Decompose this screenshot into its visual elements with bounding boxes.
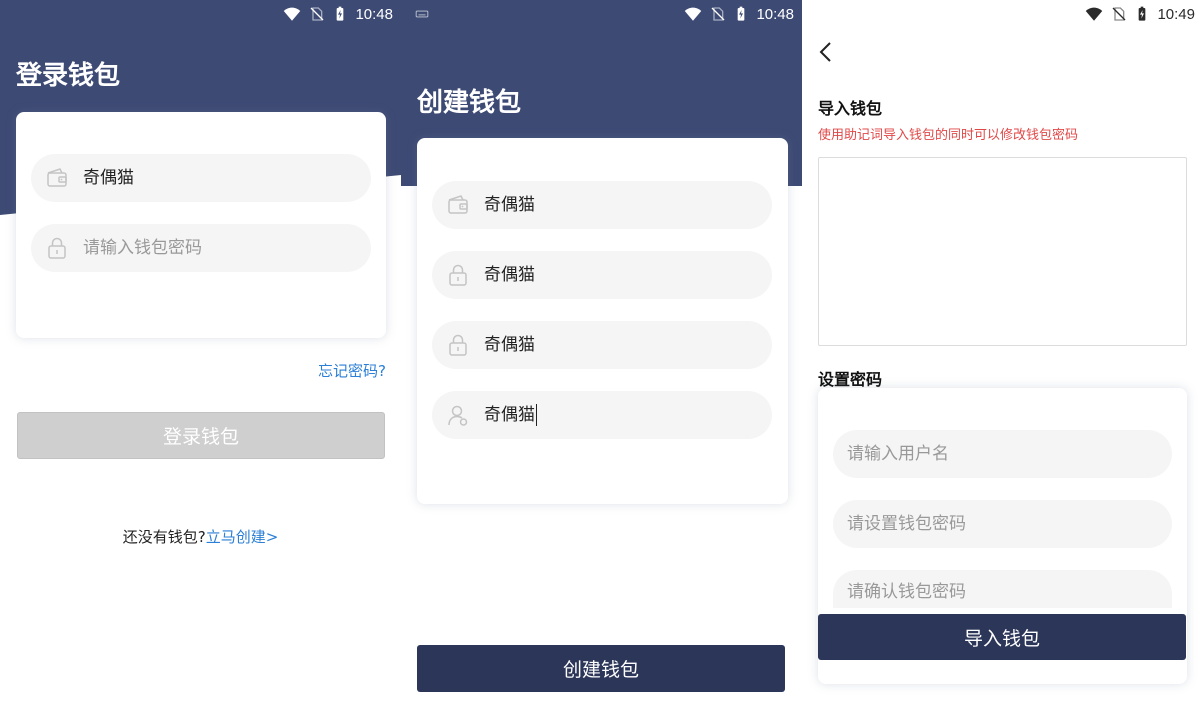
wifi-icon — [683, 5, 703, 23]
confirm-password-value: 奇偶猫 — [484, 335, 535, 355]
no-sim-icon — [710, 5, 726, 23]
page-title: 创建钱包 — [417, 88, 522, 118]
login-screen: 10:48 登录钱包 奇偶猫 请输入钱包密码 忘记密码? 登录钱包 还没有钱包?… — [0, 0, 401, 714]
wifi-icon — [282, 5, 302, 23]
page-title: 登录钱包 — [16, 61, 121, 91]
confirm-password-field[interactable]: 奇偶猫 — [432, 321, 772, 369]
wallet-password-field[interactable]: 请输入钱包密码 — [31, 224, 371, 272]
confirm-password-placeholder: 请确认钱包密码 — [847, 582, 966, 602]
username-placeholder: 请输入用户名 — [847, 444, 949, 464]
status-bar: 10:48 — [0, 0, 401, 28]
wallet-icon — [446, 193, 470, 217]
wallet-icon — [45, 166, 69, 190]
import-wallet-button[interactable]: 导入钱包 — [818, 614, 1186, 660]
password-section-title: 设置密码 — [818, 370, 883, 389]
forgot-password-link[interactable]: 忘记密码? — [318, 360, 386, 381]
import-hint-text: 使用助记词导入钱包的同时可以修改钱包密码 — [818, 128, 1079, 143]
status-bar: 10:48 — [401, 0, 802, 28]
status-time: 10:48 — [355, 5, 393, 23]
status-time: 10:48 — [756, 5, 794, 23]
no-wallet-text: 还没有钱包? — [122, 528, 206, 546]
username-field[interactable]: 奇偶猫 — [432, 391, 772, 439]
battery-icon — [733, 5, 749, 23]
wallet-name-value: 奇偶猫 — [83, 168, 134, 188]
user-icon — [446, 403, 470, 427]
import-screen: 10:49 导入钱包 使用助记词导入钱包的同时可以修改钱包密码 设置密码 请输入… — [802, 0, 1203, 714]
wallet-name-value: 奇偶猫 — [484, 195, 535, 215]
status-bar: 10:49 — [802, 0, 1203, 28]
no-sim-icon — [309, 5, 325, 23]
lock-icon — [446, 263, 470, 287]
login-card: 奇偶猫 请输入钱包密码 — [16, 112, 386, 338]
wallet-name-field[interactable]: 奇偶猫 — [432, 181, 772, 229]
wifi-icon — [1084, 5, 1104, 23]
create-wallet-prompt: 还没有钱包?立马创建> — [0, 526, 401, 547]
status-time: 10:49 — [1157, 5, 1195, 23]
wallet-password-field[interactable]: 奇偶猫 — [432, 251, 772, 299]
no-sim-icon — [1111, 5, 1127, 23]
battery-icon — [332, 5, 348, 23]
create-now-link[interactable]: 立马创建> — [206, 528, 279, 546]
set-password-placeholder: 请设置钱包密码 — [847, 514, 966, 534]
lock-icon — [45, 236, 69, 260]
login-wallet-button[interactable]: 登录钱包 — [17, 412, 385, 459]
create-card: 奇偶猫 奇偶猫 奇偶猫 奇偶猫 — [417, 138, 788, 504]
text-cursor — [536, 404, 537, 426]
create-screen: 10:48 创建钱包 奇偶猫 奇偶猫 奇偶猫 奇偶猫 创建钱包 — [401, 0, 802, 714]
import-section-title: 导入钱包 — [818, 99, 883, 118]
username-field[interactable]: 请输入用户名 — [833, 430, 1172, 478]
username-value: 奇偶猫 — [484, 404, 537, 426]
mnemonic-input[interactable] — [818, 157, 1187, 346]
confirm-password-field[interactable]: 请确认钱包密码 — [833, 570, 1172, 608]
wallet-password-value: 奇偶猫 — [484, 265, 535, 285]
create-wallet-button[interactable]: 创建钱包 — [417, 645, 785, 692]
battery-icon — [1134, 5, 1150, 23]
wallet-name-field[interactable]: 奇偶猫 — [31, 154, 371, 202]
set-password-field[interactable]: 请设置钱包密码 — [833, 500, 1172, 548]
back-arrow-icon[interactable] — [816, 40, 836, 64]
wallet-password-placeholder: 请输入钱包密码 — [83, 238, 202, 258]
keyboard-icon — [413, 7, 431, 21]
lock-icon — [446, 333, 470, 357]
